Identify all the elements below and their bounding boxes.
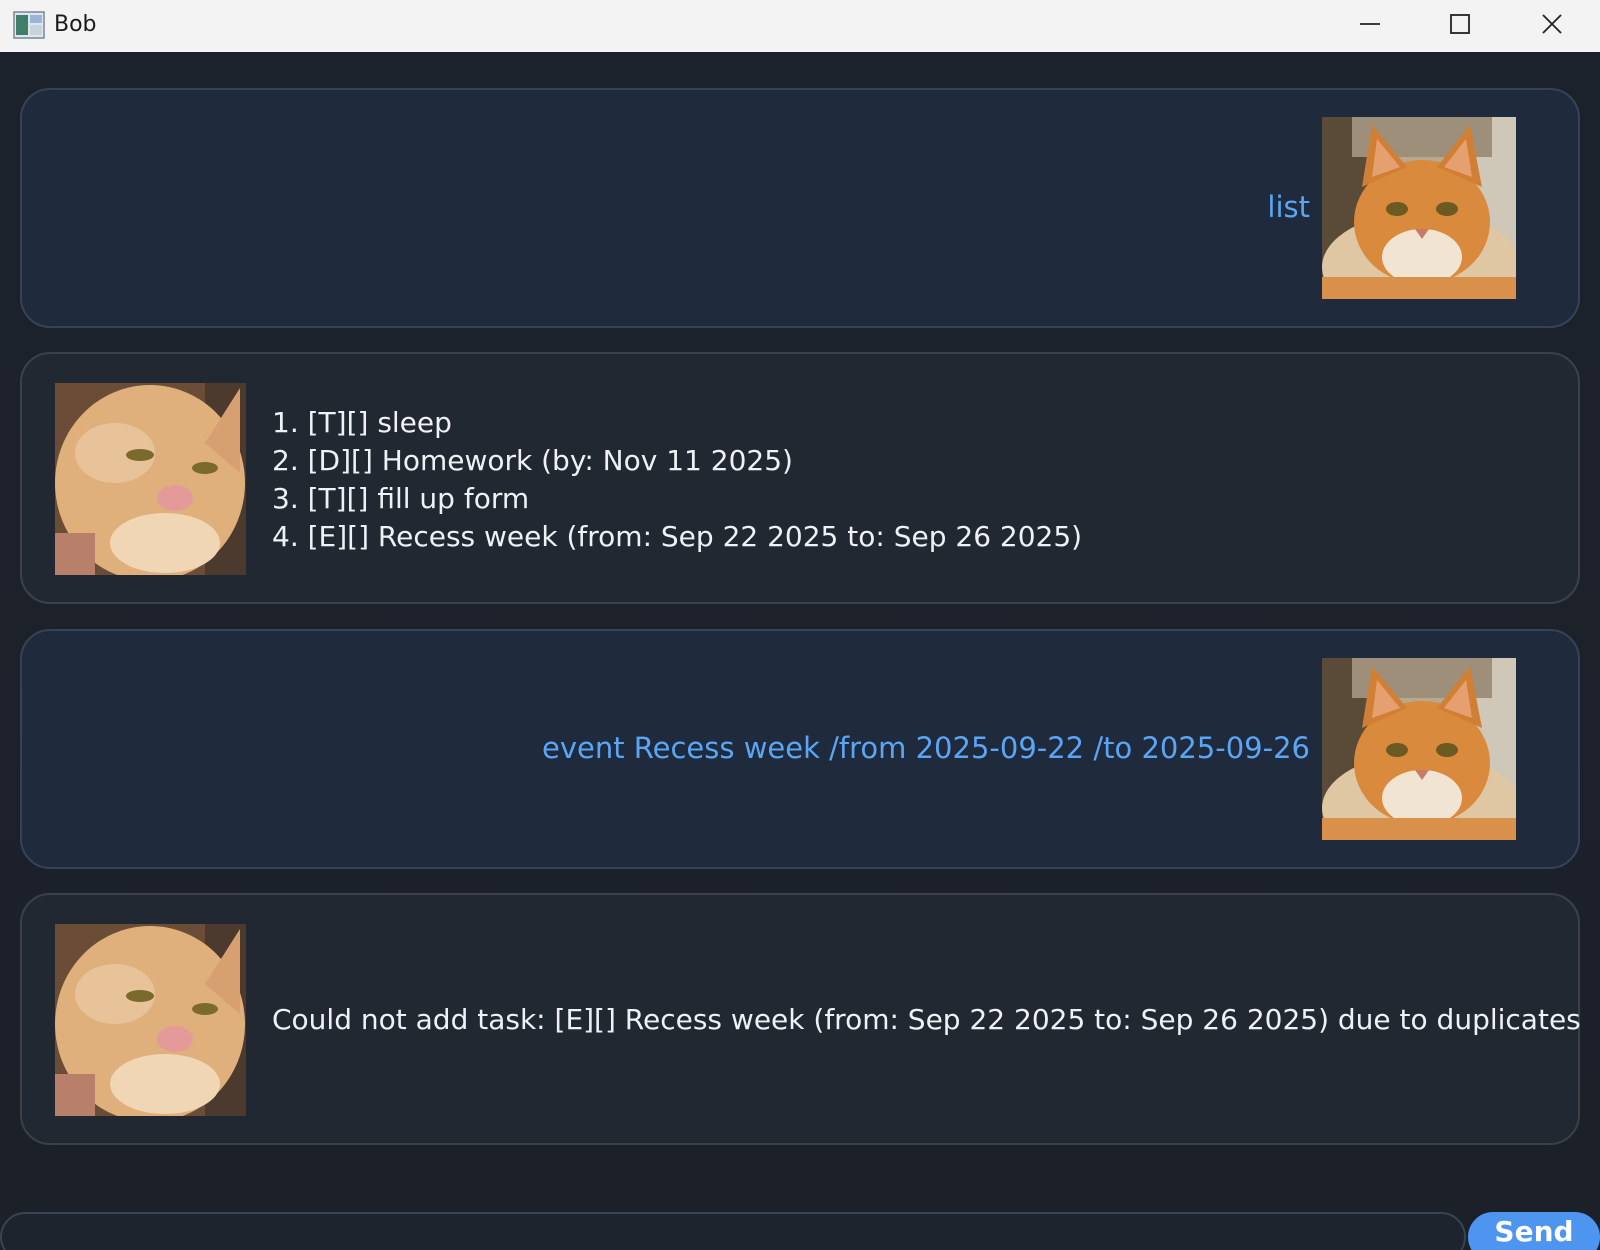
maximize-icon[interactable] bbox=[1414, 0, 1506, 48]
message-input[interactable] bbox=[0, 1212, 1466, 1250]
task-line-1: 1. [T][] sleep bbox=[272, 406, 452, 439]
minimize-icon[interactable] bbox=[1324, 0, 1416, 48]
user-avatar bbox=[1322, 658, 1516, 840]
send-button[interactable]: Send bbox=[1468, 1212, 1600, 1250]
user-message-text: list bbox=[1267, 190, 1310, 224]
user-message-text: event Recess week /from 2025-09-22 /to 2… bbox=[541, 731, 1310, 765]
app-window: Bob list 1. [T][] sleep 2. [D][] Homewor… bbox=[0, 0, 1600, 1250]
input-bar: Send bbox=[0, 1212, 1600, 1250]
bot-avatar bbox=[55, 924, 246, 1116]
chat-scroll-area[interactable]: list 1. [T][] sleep 2. [D][] Homework (b… bbox=[0, 52, 1600, 1212]
error-line: Could not add task: [E][] Recess week (f… bbox=[272, 1003, 1581, 1036]
bot-message: Could not add task: [E][] Recess week (f… bbox=[20, 893, 1581, 1145]
bot-avatar bbox=[55, 383, 246, 575]
task-line-4: 4. [E][] Recess week (from: Sep 22 2025 … bbox=[272, 520, 1083, 553]
close-icon[interactable] bbox=[1506, 0, 1598, 48]
user-message: event Recess week /from 2025-09-22 /to 2… bbox=[20, 629, 1580, 869]
task-line-3: 3. [T][] fill up form bbox=[272, 482, 530, 515]
user-avatar bbox=[1322, 117, 1516, 299]
app-window-icon bbox=[13, 11, 45, 39]
title-bar[interactable]: Bob bbox=[0, 0, 1600, 52]
user-message: list bbox=[20, 88, 1580, 328]
task-line-2: 2. [D][] Homework (by: Nov 11 2025) bbox=[272, 444, 793, 477]
bot-message-text: 1. [T][] sleep 2. [D][] Homework (by: No… bbox=[272, 404, 1082, 556]
window-title: Bob bbox=[54, 12, 97, 37]
bot-message-text: Could not add task: [E][] Recess week (f… bbox=[272, 1001, 1581, 1039]
bot-message: 1. [T][] sleep 2. [D][] Homework (by: No… bbox=[20, 352, 1580, 604]
